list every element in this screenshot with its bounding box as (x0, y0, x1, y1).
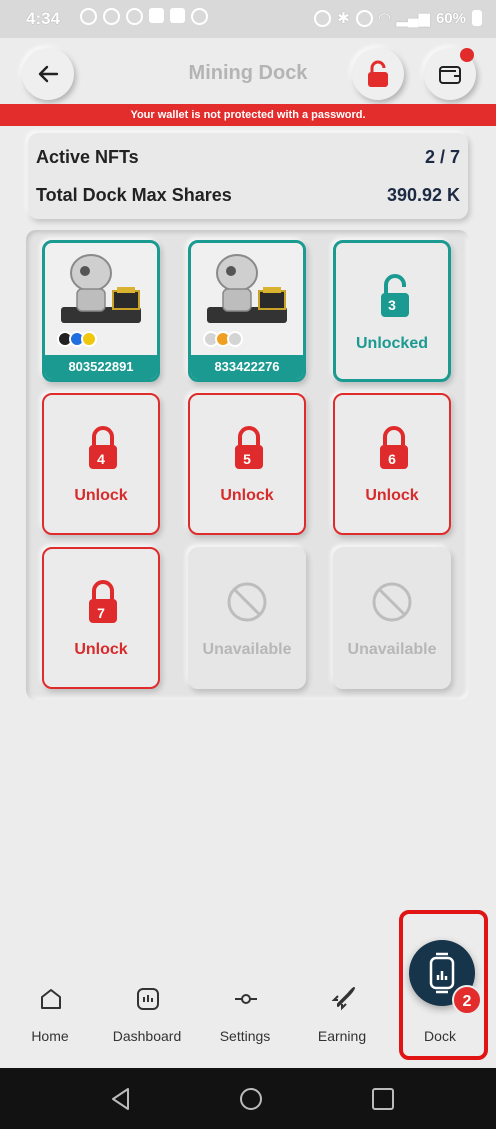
settings-icon (235, 994, 257, 1004)
battery-level: 60% (435, 9, 466, 27)
home-icon (41, 989, 61, 1009)
slot-9-unavailable: Unavailable (333, 547, 451, 689)
unlock-label: Unlock (365, 487, 419, 504)
alarm-icon (126, 8, 143, 25)
gmail-icon (149, 8, 164, 23)
nav-label: Earning (317, 1028, 367, 1044)
slot-5-locked[interactable]: 5 Unlock (188, 393, 306, 535)
password-warning-banner: Your wallet is not protected with a pass… (0, 104, 496, 126)
notification-icons (80, 8, 208, 25)
slot-7-locked[interactable]: 7 Unlock (42, 547, 160, 689)
sync-icon (314, 9, 332, 27)
active-nfts-value: 2 / 7 (424, 147, 460, 167)
slot-6-locked[interactable]: 6 Unlock (333, 393, 451, 535)
status-time: 4:34 (26, 9, 61, 28)
color-dot (227, 331, 243, 347)
active-nfts-row: Active NFTs 2 / 7 (36, 147, 460, 168)
nft-id: 803522891 (45, 355, 157, 379)
max-shares-value: 390.92 K (386, 185, 460, 205)
status-bar: 4:34 ✱ ◠ ▂▄▆ 60% (0, 0, 496, 38)
back-triangle-icon[interactable] (108, 1086, 134, 1112)
home-circle-icon[interactable] (238, 1086, 264, 1112)
slot-number: 5 (243, 451, 251, 467)
dashboard-icon (137, 988, 159, 1010)
nft-slot-2[interactable]: 833422276 (188, 240, 306, 382)
messenger-icon (80, 8, 97, 25)
wallet-alert-badge (460, 48, 474, 62)
prohibited-icon (227, 582, 267, 622)
android-navigation-bar (0, 1068, 496, 1129)
slot-number: 3 (388, 297, 396, 313)
nav-label: Settings (219, 1028, 271, 1044)
slot-4-locked[interactable]: 4 Unlock (42, 393, 160, 535)
slot-number: 4 (97, 451, 105, 467)
slot-number: 6 (388, 451, 396, 467)
unlock-icon (368, 60, 388, 87)
shield-icon (191, 8, 208, 25)
nav-dashboard[interactable]: Dashboard (102, 978, 192, 1048)
battery-icon (472, 10, 482, 26)
wallet-icon (439, 66, 461, 84)
app-header: Mining Dock (0, 38, 496, 104)
nft-color-dots (57, 331, 97, 347)
wifi-icon: ◠ (378, 10, 391, 27)
nft-id: 833422276 (191, 355, 303, 379)
wallet-button[interactable] (424, 48, 476, 100)
nav-home[interactable]: Home (5, 978, 95, 1048)
robot-miner-image (61, 254, 141, 323)
recents-square-icon[interactable] (370, 1086, 396, 1112)
rocket-icon (331, 987, 355, 1011)
unavailable-label: Unavailable (347, 641, 437, 658)
dock-stats-card: Active NFTs 2 / 7 Total Dock Max Shares … (28, 133, 468, 219)
app-icon (170, 8, 185, 23)
unlock-label: Unlock (74, 641, 128, 658)
bluetooth-icon: ✱ (337, 10, 350, 27)
unlock-label: Unlock (220, 487, 274, 504)
signal-icon: ▂▄▆ (396, 10, 430, 27)
nav-settings[interactable]: Settings (200, 978, 290, 1048)
alarm-status-icon (355, 9, 373, 27)
max-shares-label: Total Dock Max Shares (36, 185, 232, 205)
system-icons: ✱ ◠ ▂▄▆ 60% (314, 9, 482, 27)
dock-highlight-annotation (399, 910, 488, 1060)
nav-label: Dashboard (112, 1028, 182, 1044)
wallet-lock-button[interactable] (352, 48, 404, 100)
nft-slot-1[interactable]: 803522891 (42, 240, 160, 382)
slot-3-unlocked[interactable]: 3 Unlocked (333, 240, 451, 382)
nft-color-dots (203, 331, 243, 347)
slot-label: Unlocked (355, 335, 428, 352)
page-title: Mining Dock (188, 62, 308, 84)
unavailable-label: Unavailable (202, 641, 292, 658)
prohibited-icon (372, 582, 412, 622)
slot-number: 7 (97, 605, 105, 621)
nav-earning[interactable]: Earning (297, 978, 387, 1048)
nav-label: Home (31, 1028, 69, 1044)
active-nfts-label: Active NFTs (36, 147, 139, 167)
max-shares-row: Total Dock Max Shares 390.92 K (36, 185, 460, 206)
dock-slots-grid: 803522891 833422276 3 Unlocked 4 Unlock … (26, 230, 469, 700)
color-dot (81, 331, 97, 347)
threads-icon (103, 8, 120, 25)
unlock-label: Unlock (74, 487, 128, 504)
robot-miner-image (207, 254, 287, 323)
slot-8-unavailable: Unavailable (188, 547, 306, 689)
